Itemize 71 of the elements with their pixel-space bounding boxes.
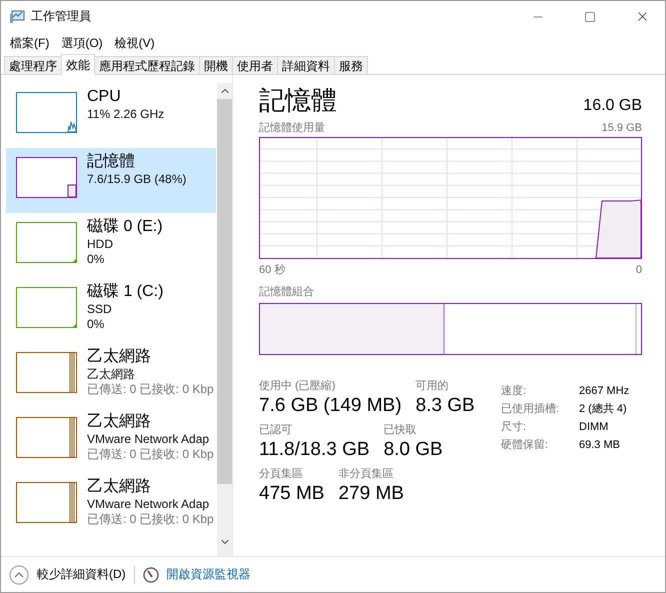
sidebar-item[interactable]: 乙太網路 VMware Network Adap 已傳送: 0 已接收: 0 Kbp [6,473,216,538]
stat-label: 非分頁集區 [338,467,394,482]
menu-item[interactable]: 選項(O) [56,34,108,52]
tab[interactable]: 效能 [61,54,95,75]
item-title: 磁碟 1 (C:) [87,282,164,302]
tab[interactable]: 服務 [334,56,368,74]
scrollbar-thumb[interactable] [217,99,232,484]
property-value: 2667 MHz [579,384,630,399]
sidebar-item[interactable]: 乙太網路 乙太網路 已傳送: 0 已接收: 0 Kbp [6,343,216,408]
sidebar-item[interactable]: 記憶體 7.6/15.9 GB (48%) [6,148,216,213]
chart-label: 記憶體使用量 [259,121,325,135]
stat-label: 已認可 [259,423,293,438]
item-title: 乙太網路 [87,412,152,432]
stat-value: 11.8/18.3 GB [259,438,370,462]
item-detail: 0% [87,252,106,267]
item-detail: 乙太網路 [87,367,136,382]
stat-value: 8.0 GB [384,438,443,462]
sidebar-item[interactable]: 磁碟 0 (E:) HDD 0% [6,213,216,278]
property-value: 2 (總共 4) [579,402,628,417]
item-detail: VMware Network Adap [87,432,210,447]
item-detail: VMware Network Adap [87,497,210,512]
item-detail: 已傳送: 0 已接收: 0 Kbp [87,382,214,397]
item-detail: 0% [87,317,106,332]
stat-label: 分頁集區 [259,467,304,482]
sidebar-item[interactable]: 磁碟 1 (C:) SSD 0% [6,278,216,343]
property-value: DIMM [579,420,610,435]
sidebar-item[interactable]: CPU 11% 2.26 GHz [6,83,216,148]
item-title: CPU [87,87,122,107]
stat-label: 使用中 (已壓縮) [259,379,336,394]
item-detail: 已傳送: 0 已接收: 0 Kbp [87,512,214,527]
total-memory: 16.0 GB [583,96,642,116]
item-detail: 11% 2.26 GHz [87,107,164,122]
item-detail: 7.6/15.9 GB (48%) [87,172,186,187]
composition-label: 記憶體組合 [259,285,314,299]
maximize-icon[interactable] [584,10,596,22]
item-detail: SSD [87,302,113,317]
window-title: 工作管理員 [31,8,92,25]
stat-value: 7.6 GB (149 MB) [259,394,402,418]
item-detail: HDD [87,237,114,252]
stat-value: 8.3 GB [416,394,475,418]
axis-label: 60 秒 [259,263,286,277]
property-label: 硬體保留: [501,438,550,453]
axis-label: 0 [636,263,642,277]
property-label: 速度: [501,384,528,399]
collapse-icon[interactable] [9,564,29,584]
menu-item[interactable]: 檔案(F) [5,34,54,52]
stat-value: 279 MB [338,482,404,506]
tab[interactable]: 使用者 [232,56,278,74]
item-title: 記憶體 [87,152,136,172]
chart-max: 15.9 GB [602,121,642,135]
stat-label: 已快取 [384,423,418,438]
resource-monitor-link[interactable]: 開啟資源監視器 [166,566,251,583]
menu-item[interactable]: 檢視(V) [110,34,160,52]
property-label: 尺寸: [501,420,528,435]
tab[interactable]: 詳細資料 [277,56,335,74]
app-icon [9,10,25,24]
tab[interactable]: 處理程序 [4,56,62,74]
panel-title: 記憶體 [259,84,337,117]
fewer-details-button[interactable]: 較少詳細資料(D) [37,566,126,583]
item-detail: 已傳送: 0 已接收: 0 Kbp [87,447,214,462]
item-title: 乙太網路 [87,347,152,367]
tab[interactable]: 應用程式歷程記錄 [94,56,200,74]
gauge-icon [142,566,159,582]
stat-value: 475 MB [259,482,324,506]
sidebar-item[interactable]: 乙太網路 VMware Network Adap 已傳送: 0 已接收: 0 Kbp [6,408,216,473]
property-label: 已使用插槽: [501,402,560,417]
property-value: 69.3 MB [579,438,621,453]
item-title: 乙太網路 [87,477,152,497]
item-title: 磁碟 0 (E:) [87,217,163,237]
tab[interactable]: 開機 [199,56,233,74]
stat-label: 可用的 [416,379,450,394]
